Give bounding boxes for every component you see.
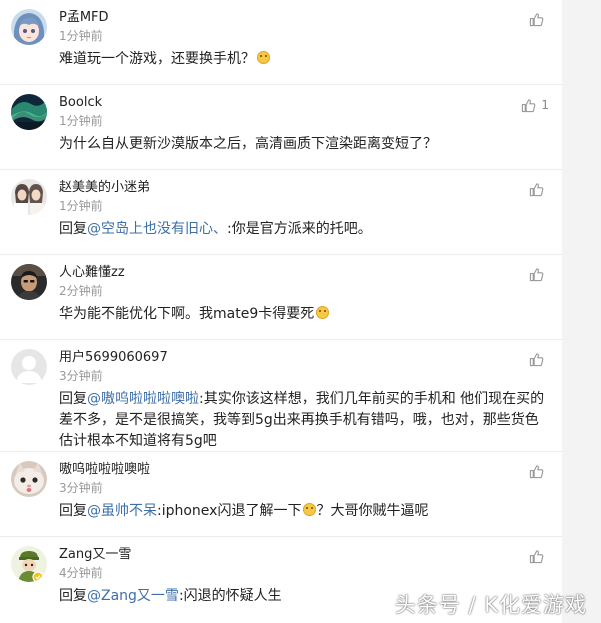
comment-item: 嗷呜啦啦啦噢啦 3分钟前 回复@虽帅不呆:iphonex闪退了解一下 ？大哥你贼牛… [0,452,562,537]
smile-emoji-icon [316,306,330,319]
user-avatar[interactable] [11,546,47,582]
thumbs-up-icon [529,353,544,367]
comment-timestamp: 1分钟前 [59,29,103,43]
comment-text: 难道玩一个游戏，还要换手机？ [59,49,551,70]
like-button[interactable] [529,464,549,479]
comment-text: 华为能不能优化下啊。我mate9卡得要死 [59,304,551,325]
comment-text: 回复@嗷呜啦啦啦噢啦:其实你该这样想，我们几年前买的手机和 他们现在买的差不多，… [59,391,545,449]
comment-text: 回复@虽帅不呆:iphonex闪退了解一下 ？大哥你贼牛逼呢 [59,503,429,519]
comment-item: Boolck 1分钟前 为什么自从更新沙漠版本之后，高清画质下渲染距离变短了？ … [0,85,562,170]
user-avatar[interactable] [11,179,47,215]
comment-username[interactable]: Zang又一雪 [59,546,131,564]
user-avatar[interactable] [11,94,47,130]
thumbs-up-icon [529,465,544,479]
user-avatar[interactable] [11,461,47,497]
mention-link[interactable]: @嗷呜啦啦啦噢啦 [87,391,199,407]
comment-item: 人心難懂zz 2分钟前 华为能不能优化下啊。我mate9卡得要死 [0,255,562,340]
comment-username[interactable]: 用户5699060697 [59,349,168,367]
mention-link[interactable]: @虽帅不呆 [87,503,157,519]
comment-timestamp: 1分钟前 [59,114,103,128]
like-count: 1 [541,98,549,112]
comment-username[interactable]: P孟MFD [59,9,109,27]
comment-feed: P孟MFD 1分钟前 难道玩一个游戏，还要换手机？ Boolck 1分钟前 为什… [0,0,562,623]
user-avatar[interactable] [11,9,47,45]
user-avatar[interactable] [11,264,47,300]
mention-link[interactable]: @空岛上也没有旧心、 [87,221,227,237]
comment-timestamp: 1分钟前 [59,199,103,213]
comment-item: 用户5699060697 3分钟前 回复@嗷呜啦啦啦噢啦:其实你该这样想，我们几… [0,340,562,452]
comment-timestamp: 3分钟前 [59,481,103,495]
like-button[interactable] [529,352,549,367]
comment-timestamp: 2分钟前 [59,284,103,298]
thumbs-up-icon [529,13,544,27]
like-button[interactable] [529,12,549,27]
comment-timestamp: 4分钟前 [59,566,103,580]
comment-item: 赵美美的小迷弟 1分钟前 回复@空岛上也没有旧心、:你是官方派来的托吧。 [0,170,562,255]
thumbs-up-icon [529,183,544,197]
user-avatar[interactable] [11,349,47,385]
like-button[interactable]: 1 [521,97,549,113]
comment-text: 为什么自从更新沙漠版本之后，高清画质下渲染距离变短了？ [59,136,437,152]
comment-username[interactable]: 人心難懂zz [59,264,125,282]
surprised-emoji-icon [303,503,317,516]
mention-link[interactable]: @Zang又一雪 [87,588,179,604]
like-button[interactable] [529,267,549,282]
comment-username[interactable]: Boolck [59,94,102,112]
like-button[interactable] [529,549,549,564]
comment-text: 回复@空岛上也没有旧心、:你是官方派来的托吧。 [59,221,372,237]
like-button[interactable] [529,182,549,197]
thumbs-up-icon [522,98,536,112]
watermark: 头条号 / K化爱游戏 [394,593,587,617]
comment-timestamp: 3分钟前 [59,369,103,383]
thumbs-up-icon [529,550,544,564]
thumbs-up-icon [529,268,544,282]
embarrassed-smile-emoji-icon [257,51,270,64]
comment-item: P孟MFD 1分钟前 难道玩一个游戏，还要换手机？ [0,0,562,85]
comment-username[interactable]: 嗷呜啦啦啦噢啦 [59,461,150,479]
comment-username[interactable]: 赵美美的小迷弟 [59,179,150,197]
